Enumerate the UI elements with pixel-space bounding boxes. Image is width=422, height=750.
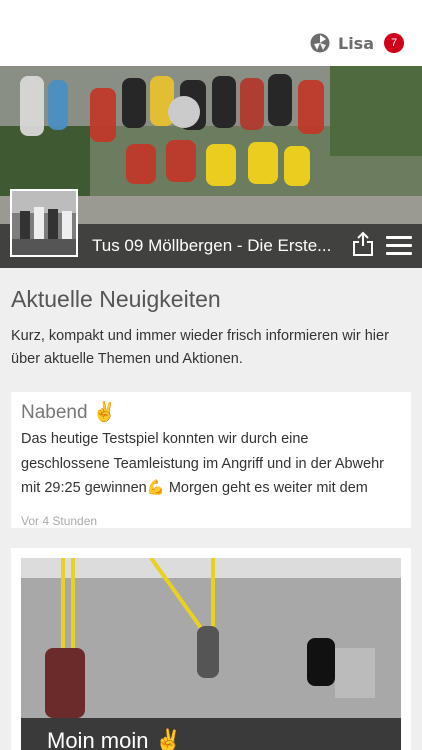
user-profile[interactable]: Lisa 7 [310,33,404,53]
news-card-image-title: Moin moin ✌️ [47,728,182,750]
team-header-photo: Tus 09 Möllbergen - Die Erste... [0,66,422,268]
section-title: Aktuelle Neuigkeiten [11,286,221,312]
hamburger-menu-icon[interactable] [386,236,412,256]
news-card[interactable]: Nabend ✌️ Das heutige Testspiel konnten … [11,392,411,528]
user-name: Lisa [338,33,374,53]
team-thumbnail[interactable] [10,189,78,257]
gym-photo [21,558,401,750]
section-description: Kurz, kompakt und immer wieder frisch in… [11,328,389,367]
news-card-body: Das heutige Testspiel konnten wir durch … [21,431,384,496]
news-card-with-image[interactable]: Moin moin ✌️ [11,548,411,750]
top-bar: Lisa 7 [0,0,422,66]
notification-badge[interactable]: 7 [384,33,404,53]
team-thumbnail-image [12,191,76,255]
news-card-image: Moin moin ✌️ [21,558,401,750]
hexagon-logo-icon [310,33,330,53]
news-card-timestamp: Vor 4 Stunden [21,514,98,528]
share-icon[interactable] [352,231,374,257]
team-title[interactable]: Tus 09 Möllbergen - Die Erste... [92,236,342,256]
news-card-title: Nabend ✌️ [21,402,117,423]
